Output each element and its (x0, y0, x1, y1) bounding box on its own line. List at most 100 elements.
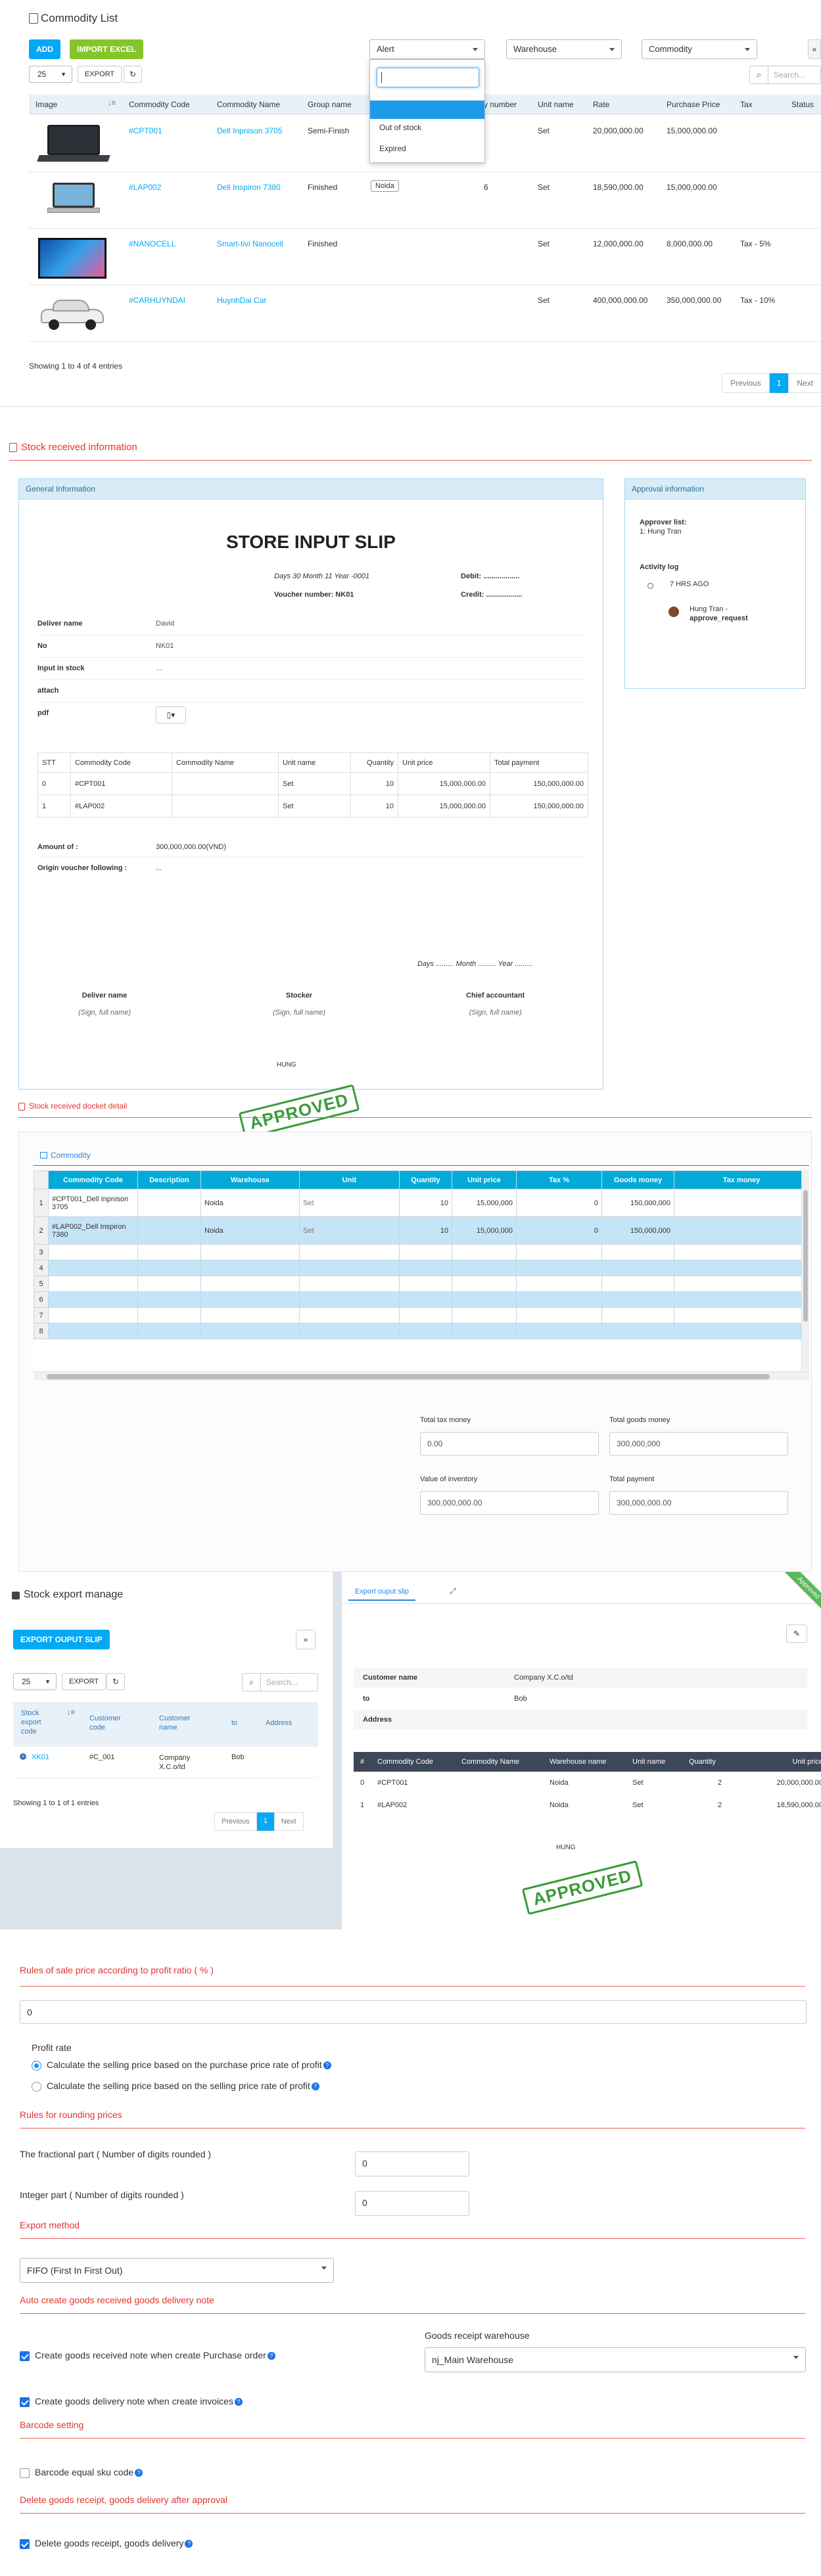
table-row[interactable]: #NANOCELL Smart-tivi Nanocell Finished S… (29, 229, 821, 285)
help-icon[interactable]: ? (185, 2540, 193, 2548)
col-address[interactable]: Address (266, 1719, 292, 1727)
export-output-slip-button[interactable]: EXPORT OUPUT SLIP (13, 1630, 110, 1649)
search-box[interactable]: ⌕ Search... (749, 66, 821, 84)
total-payment-field[interactable]: 300,000,000.00 (609, 1491, 788, 1515)
search-input[interactable]: Search... (261, 1674, 298, 1691)
cell-code[interactable]: #CPT001_Dell Inpnison 3705 (48, 1189, 138, 1217)
goods-receipt-warehouse-select[interactable]: nj_Main Warehouse (425, 2347, 806, 2372)
fractional-input[interactable]: 0 (355, 2151, 469, 2176)
dropdown-option-out-of-stock[interactable]: Out of stock (379, 123, 421, 132)
export-method-select[interactable]: FIFO (First In First Out) (20, 2258, 334, 2283)
page-1-button[interactable]: 1 (769, 373, 789, 393)
cell-desc[interactable] (137, 1216, 201, 1245)
cell-desc[interactable] (137, 1189, 201, 1217)
help-icon[interactable]: ? (234, 2398, 243, 2406)
next-button[interactable]: Next (788, 373, 821, 393)
horizontal-scrollbar[interactable] (34, 1371, 809, 1381)
col-status[interactable]: Status (791, 100, 814, 109)
checkbox-empty-icon[interactable] (20, 2468, 30, 2478)
refresh-icon[interactable]: ↻ (124, 66, 142, 83)
refresh-icon[interactable]: ↻ (106, 1673, 125, 1690)
checkbox-checked-icon[interactable] (20, 2397, 30, 2407)
barcode-sku-checkbox[interactable]: Barcode equal sku code? (20, 2467, 143, 2478)
cell-price[interactable]: 15,000,000 (452, 1189, 517, 1217)
radio-purchase-rate[interactable]: Calculate the selling price based on the… (32, 2059, 331, 2071)
previous-button[interactable]: Previous (214, 1812, 257, 1831)
toggle-panel-button[interactable]: » (296, 1630, 316, 1649)
commodity-tab[interactable]: Commodity (51, 1151, 91, 1160)
page-size-select[interactable]: 25 ▼ (29, 66, 72, 83)
commodity-name-link[interactable]: Smart-tivi Nanocell (217, 239, 283, 248)
cell-taxm[interactable]: 0 (674, 1189, 809, 1217)
cell-qty[interactable]: 10 (399, 1189, 452, 1217)
delete-goods-checkbox[interactable]: Delete goods receipt, goods delivery? (20, 2538, 193, 2549)
cell-warehouse[interactable]: Noida (200, 1189, 300, 1217)
pdf-file-icon[interactable]: ▯▾ (156, 706, 186, 724)
collapse-tab[interactable]: « (808, 39, 821, 59)
col-tax-money[interactable]: Tax money (674, 1170, 809, 1189)
commodity-code-link[interactable]: #CARHUYNDAI (129, 296, 185, 305)
table-row[interactable]: #CARHUYNDAI HuynhDai Car Set 400,000,000… (29, 285, 821, 342)
col-export-code[interactable]: Stock export code (21, 1709, 55, 1736)
grid-row[interactable]: 4 (34, 1260, 809, 1276)
radio-on-icon[interactable] (32, 2060, 41, 2071)
inventory-field[interactable]: 300,000,000.00 (420, 1491, 599, 1515)
grid-row[interactable]: 3 (34, 1244, 809, 1260)
dropdown-option-highlighted[interactable] (370, 101, 484, 119)
col-goods-money[interactable]: Goods money (601, 1170, 674, 1189)
search-box[interactable]: ⌕ Search... (242, 1673, 318, 1691)
col-name[interactable]: Commodity Name (217, 100, 280, 109)
grid-row[interactable]: 5 (34, 1276, 809, 1292)
sort-icon[interactable]: ↓≡ (67, 1709, 75, 1716)
radio-off-icon[interactable] (32, 2081, 41, 2092)
commodity-code-link[interactable]: #CPT001 (129, 126, 162, 135)
dropdown-option-expired[interactable]: Expired (379, 144, 406, 153)
cell-unit[interactable]: Set (299, 1189, 400, 1217)
export-button[interactable]: EXPORT (78, 66, 122, 83)
grid-row[interactable]: 6 (34, 1291, 809, 1308)
grid-row[interactable]: 8 (34, 1323, 809, 1339)
cell-qty[interactable]: 10 (399, 1216, 452, 1245)
tab-export-output-slip[interactable]: Export ouput slip (348, 1584, 415, 1601)
commodity-code-link[interactable]: #LAP002 (129, 183, 161, 192)
grid-row[interactable]: 2 #LAP002_Dell Inspiron 7380 Noida Set 1… (34, 1216, 809, 1245)
add-button[interactable]: ADD (29, 39, 60, 59)
expand-icon[interactable]: + (20, 1753, 26, 1760)
page-1-button[interactable]: 1 (256, 1812, 274, 1831)
next-button[interactable]: Next (273, 1812, 304, 1831)
checkbox-checked-icon[interactable] (20, 2351, 30, 2361)
dropdown-search-input[interactable] (377, 68, 479, 87)
col-description[interactable]: Description (137, 1170, 201, 1189)
col-unit-price[interactable]: Unit price (452, 1170, 517, 1189)
commodity-name-link[interactable]: Dell Inpnison 3705 (217, 126, 282, 135)
col-rate[interactable]: Rate (593, 100, 609, 109)
col-quantity[interactable]: Quantity (399, 1170, 452, 1189)
help-icon[interactable]: ? (311, 2082, 319, 2091)
cell-goods[interactable]: 150,000,000 (601, 1216, 674, 1245)
col-unit[interactable]: Unit (299, 1170, 400, 1189)
col-tax[interactable]: Tax (740, 100, 753, 109)
help-icon[interactable]: ? (267, 2352, 275, 2360)
cell-code[interactable]: #LAP002_Dell Inspiron 7380 (48, 1216, 138, 1245)
vertical-scrollbar[interactable] (801, 1170, 809, 1371)
col-commodity-code[interactable]: Commodity Code (48, 1170, 138, 1189)
help-icon[interactable]: ? (323, 2061, 331, 2070)
col-code[interactable]: Commodity Code (129, 100, 190, 109)
col-customer-code[interactable]: Customer code (89, 1714, 129, 1732)
cell-price[interactable]: 15,000,000 (452, 1216, 517, 1245)
col-price[interactable]: Purchase Price (667, 100, 720, 109)
integer-input[interactable]: 0 (355, 2191, 469, 2216)
commodity-filter[interactable]: Commodity (642, 39, 757, 59)
export-code-link[interactable]: XK01 (32, 1753, 49, 1761)
cell-tax[interactable]: 0 (516, 1189, 602, 1217)
table-row[interactable]: + XK01 #C_001 Company X.C.o/td Bob (13, 1747, 318, 1778)
radio-selling-rate[interactable]: Calculate the selling price based on the… (32, 2081, 319, 2092)
cell-taxm[interactable]: 0 (674, 1216, 809, 1245)
grid-row[interactable]: 1 #CPT001_Dell Inpnison 3705 Noida Set 1… (34, 1189, 809, 1217)
grid-row[interactable]: 7 (34, 1307, 809, 1323)
total-goods-field[interactable]: 300,000,000 (609, 1432, 788, 1456)
create-delivery-note-checkbox[interactable]: Create goods delivery note when create i… (20, 2396, 243, 2407)
alert-filter[interactable]: Alert (369, 39, 485, 59)
edit-icon[interactable]: ✎ (786, 1624, 807, 1643)
expand-icon[interactable]: ⤢ (450, 1586, 456, 1596)
